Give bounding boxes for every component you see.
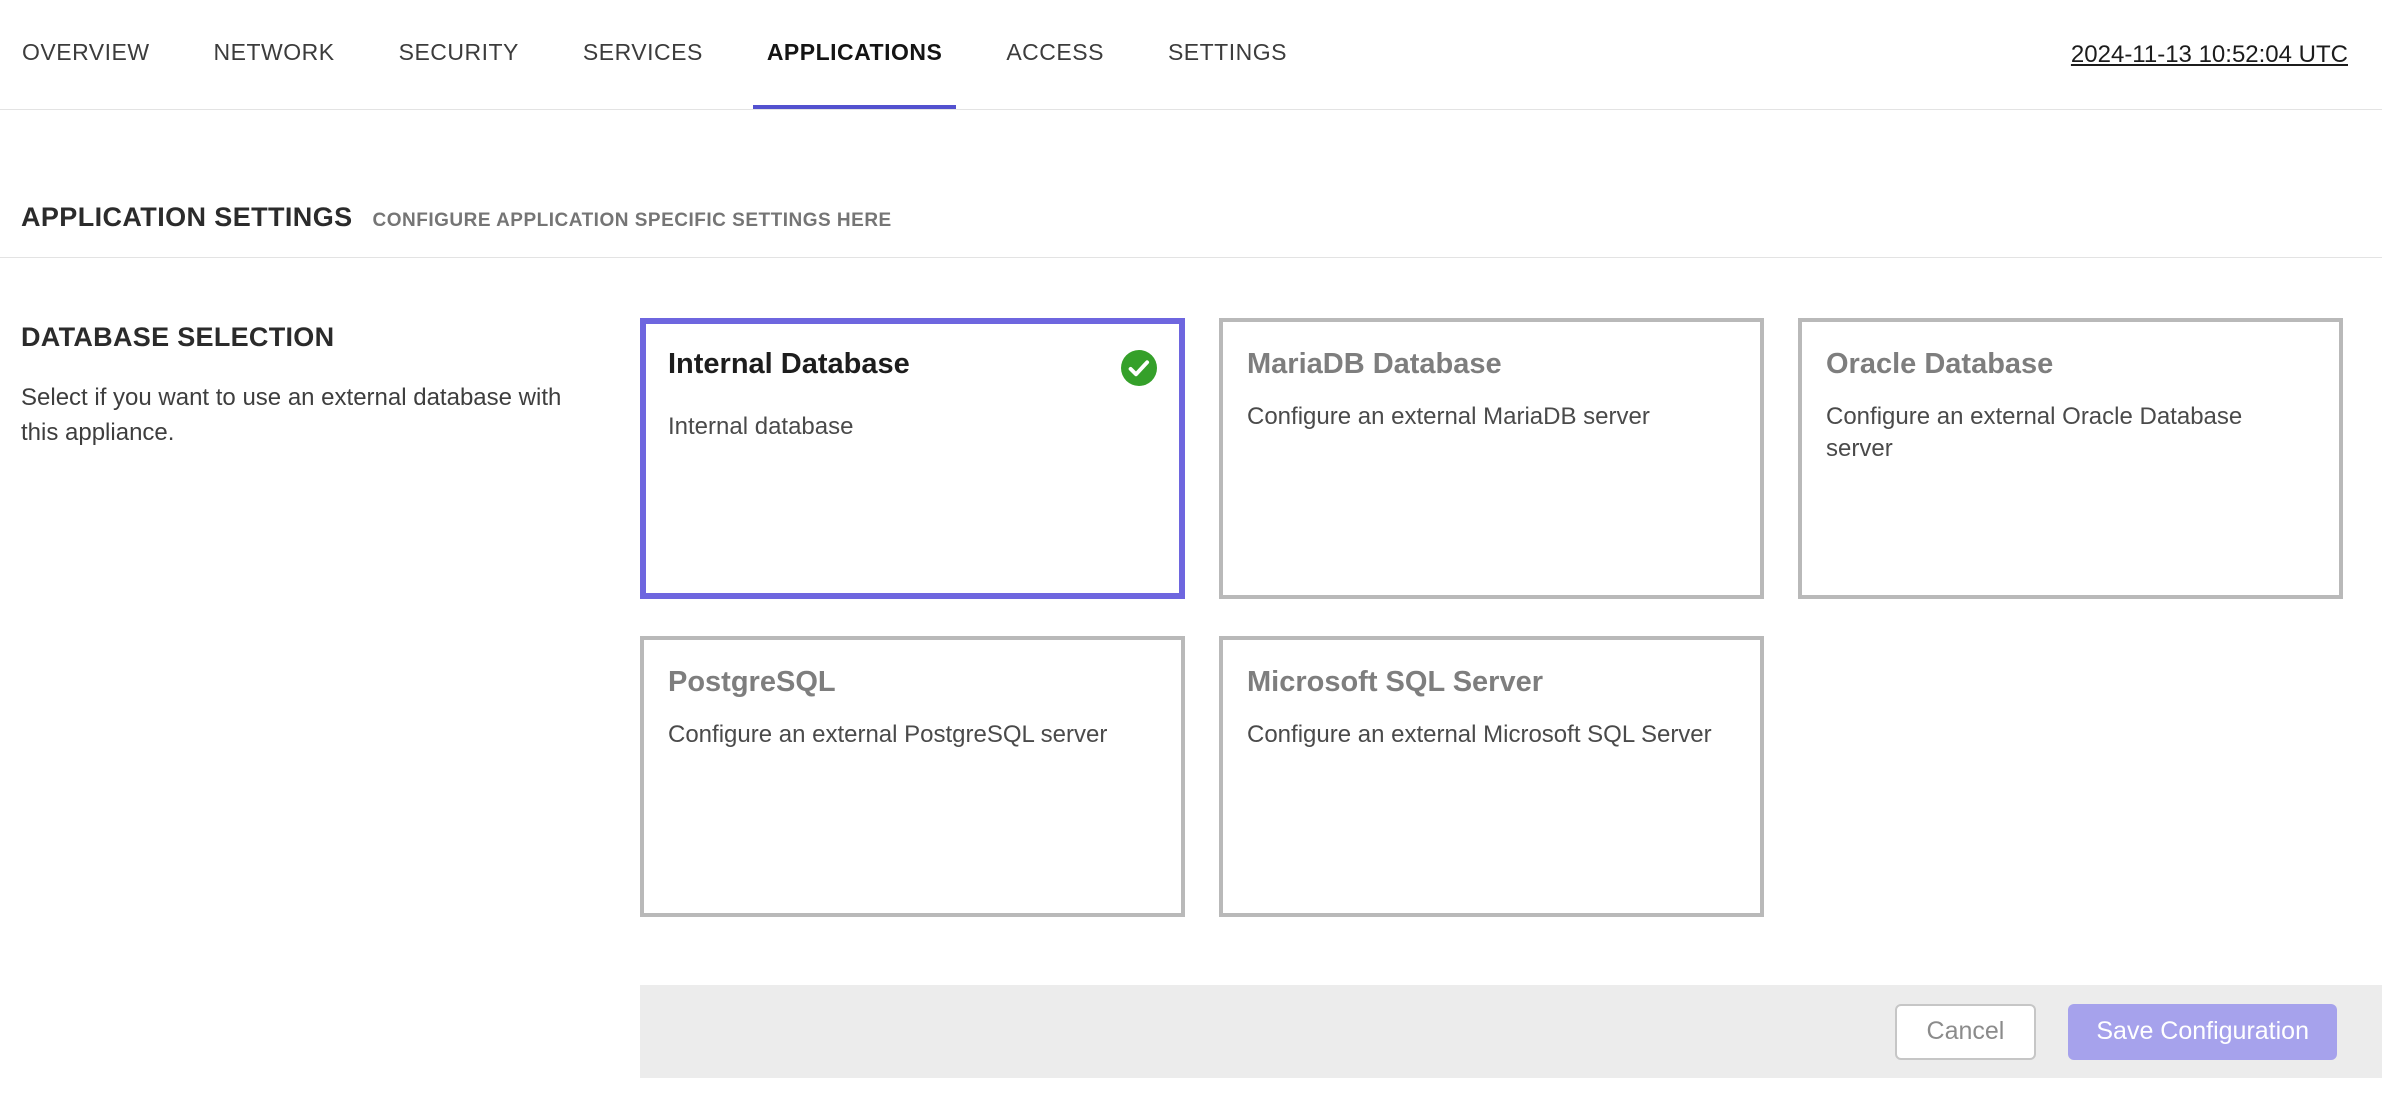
selected-check-icon [1121, 350, 1157, 391]
tab-services[interactable]: SERVICES [569, 0, 717, 109]
card-description: Configure an external Oracle Database se… [1826, 401, 2315, 466]
action-bar: Cancel Save Configuration [640, 985, 2382, 1078]
card-head: Microsoft SQL Server [1247, 666, 1736, 699]
save-configuration-button[interactable]: Save Configuration [2068, 1004, 2337, 1060]
card-microsoft-sql-server[interactable]: Microsoft SQL Server Configure an extern… [1219, 636, 1764, 917]
database-selection-intro: DATABASE SELECTION Select if you want to… [21, 318, 640, 1078]
card-title: MariaDB Database [1247, 348, 1502, 381]
nav-spacer [1337, 0, 2071, 109]
page-title: APPLICATION SETTINGS [21, 202, 353, 233]
card-head: PostgreSQL [668, 666, 1157, 699]
card-title: PostgreSQL [668, 666, 836, 699]
tab-settings[interactable]: SETTINGS [1154, 0, 1301, 109]
card-internal-database[interactable]: Internal Database Internal database [640, 318, 1185, 599]
card-title: Internal Database [668, 348, 910, 381]
card-title: Oracle Database [1826, 348, 2053, 381]
card-head: MariaDB Database [1247, 348, 1736, 381]
card-postgresql[interactable]: PostgreSQL Configure an external Postgre… [640, 636, 1185, 917]
timestamp[interactable]: 2024-11-13 10:52:04 UTC [2071, 0, 2348, 109]
tab-network[interactable]: NETWORK [200, 0, 349, 109]
cancel-button[interactable]: Cancel [1895, 1004, 2037, 1060]
section-title: DATABASE SELECTION [21, 322, 640, 353]
top-nav: OVERVIEW NETWORK SECURITY SERVICES APPLI… [0, 0, 2382, 110]
database-options-grid: Internal Database Internal database Mari… [640, 318, 2382, 917]
tab-access[interactable]: ACCESS [992, 0, 1118, 109]
tab-security[interactable]: SECURITY [385, 0, 533, 109]
page-subtitle: CONFIGURE APPLICATION SPECIFIC SETTINGS … [373, 210, 892, 232]
card-description: Configure an external Microsoft SQL Serv… [1247, 719, 1736, 751]
section-description: Select if you want to use an external da… [21, 381, 569, 451]
card-head: Oracle Database [1826, 348, 2315, 381]
card-head: Internal Database [668, 348, 1157, 391]
tab-overview[interactable]: OVERVIEW [8, 0, 164, 109]
tab-applications[interactable]: APPLICATIONS [753, 0, 957, 109]
card-oracle-database[interactable]: Oracle Database Configure an external Or… [1798, 318, 2343, 599]
card-title: Microsoft SQL Server [1247, 666, 1543, 699]
card-description: Configure an external MariaDB server [1247, 401, 1736, 433]
page-header: APPLICATION SETTINGS CONFIGURE APPLICATI… [0, 110, 2382, 258]
card-mariadb-database[interactable]: MariaDB Database Configure an external M… [1219, 318, 1764, 599]
card-description: Internal database [668, 411, 1157, 443]
database-selection-panel: Internal Database Internal database Mari… [640, 318, 2382, 1078]
card-description: Configure an external PostgreSQL server [668, 719, 1157, 751]
main-content: DATABASE SELECTION Select if you want to… [0, 258, 2382, 1078]
